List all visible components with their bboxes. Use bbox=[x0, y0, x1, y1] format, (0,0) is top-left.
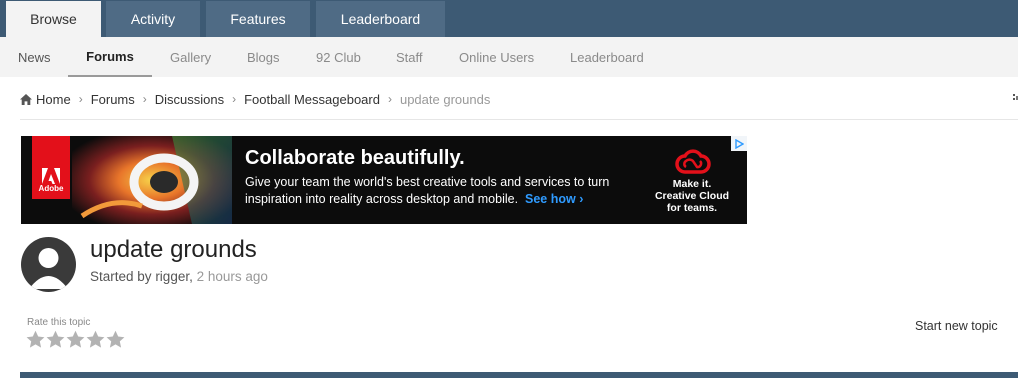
ad-banner[interactable]: Adobe Collaborate beautifully. Give your… bbox=[21, 136, 747, 224]
avatar[interactable] bbox=[21, 237, 76, 292]
breadcrumb-divider bbox=[20, 119, 1018, 120]
subnav-staff[interactable]: Staff bbox=[378, 37, 441, 77]
chevron-right-icon: › bbox=[387, 92, 392, 106]
ad-headline: Collaborate beautifully. bbox=[245, 147, 465, 169]
ad-tagline: Make it. Creative Cloud for teams. bbox=[647, 178, 737, 214]
subnav-news[interactable]: News bbox=[0, 37, 69, 77]
started-by-label: Started by bbox=[90, 269, 152, 284]
star-rating bbox=[26, 330, 125, 349]
rss-icon[interactable] bbox=[1013, 92, 1018, 104]
adobe-a-icon bbox=[42, 168, 60, 184]
subnav-blogs[interactable]: Blogs bbox=[229, 37, 298, 77]
chevron-right-icon: › bbox=[78, 92, 83, 106]
adobe-wordmark: Adobe bbox=[38, 184, 64, 193]
ad-body-line-2-text: inspiration into reality across desktop … bbox=[245, 192, 519, 206]
subnav-gallery[interactable]: Gallery bbox=[152, 37, 229, 77]
creative-cloud-art bbox=[72, 136, 232, 224]
tab-browse[interactable]: Browse bbox=[6, 1, 101, 37]
breadcrumb-discussions[interactable]: Discussions bbox=[155, 92, 224, 107]
ad-tagline-line-2: Creative Cloud bbox=[654, 190, 730, 202]
subnav-forums[interactable]: Forums bbox=[68, 37, 152, 77]
chevron-right-icon: › bbox=[142, 92, 147, 106]
ad-see-how-link[interactable]: See how › bbox=[525, 192, 583, 206]
chevron-right-icon: › bbox=[232, 92, 237, 106]
star-icon[interactable] bbox=[66, 330, 85, 349]
ad-body-line-2: inspiration into reality across desktop … bbox=[245, 191, 609, 208]
tab-features[interactable]: Features bbox=[206, 1, 310, 37]
author-link[interactable]: rigger bbox=[155, 269, 189, 284]
breadcrumb-football-messageboard[interactable]: Football Messageboard bbox=[244, 92, 380, 107]
star-icon[interactable] bbox=[46, 330, 65, 349]
breadcrumb-home[interactable]: Home bbox=[20, 92, 71, 107]
post-header-bar bbox=[20, 372, 1018, 378]
star-icon[interactable] bbox=[86, 330, 105, 349]
rate-topic-label: Rate this topic bbox=[27, 317, 91, 328]
tab-activity[interactable]: Activity bbox=[106, 1, 200, 37]
creative-cloud-icon bbox=[675, 149, 711, 174]
tab-leaderboard[interactable]: Leaderboard bbox=[316, 1, 445, 37]
secondary-nav: News Forums Gallery Blogs 92 Club Staff … bbox=[0, 37, 1018, 77]
adchoices-icon[interactable] bbox=[731, 136, 747, 151]
ad-body: Give your team the world's best creative… bbox=[245, 174, 609, 208]
topic-time: 2 hours ago bbox=[196, 269, 268, 284]
breadcrumb-home-label: Home bbox=[36, 91, 71, 107]
start-new-topic-button[interactable]: Start new topic bbox=[915, 319, 998, 333]
topic-meta: Started by rigger, 2 hours ago bbox=[90, 269, 268, 284]
default-user-icon bbox=[29, 248, 68, 289]
star-icon[interactable] bbox=[106, 330, 125, 349]
ad-tagline-line-3: for teams. bbox=[666, 202, 718, 214]
breadcrumb-current: update grounds bbox=[399, 91, 491, 107]
meta-separator: , bbox=[189, 269, 193, 284]
breadcrumb: Home › Forums › Discussions › Football M… bbox=[20, 90, 490, 108]
topic-title: update grounds bbox=[90, 236, 257, 263]
star-icon[interactable] bbox=[26, 330, 45, 349]
subnav-92-club[interactable]: 92 Club bbox=[298, 37, 379, 77]
ad-tagline-line-1: Make it. bbox=[672, 178, 712, 190]
home-icon bbox=[20, 93, 32, 105]
ad-body-line-1: Give your team the world's best creative… bbox=[245, 175, 610, 189]
subnav-online-users[interactable]: Online Users bbox=[441, 37, 552, 77]
subnav-leaderboard[interactable]: Leaderboard bbox=[552, 37, 662, 77]
adobe-logo: Adobe bbox=[32, 136, 70, 199]
breadcrumb-forums[interactable]: Forums bbox=[91, 92, 135, 107]
primary-nav: Browse Activity Features Leaderboard bbox=[0, 0, 1018, 37]
